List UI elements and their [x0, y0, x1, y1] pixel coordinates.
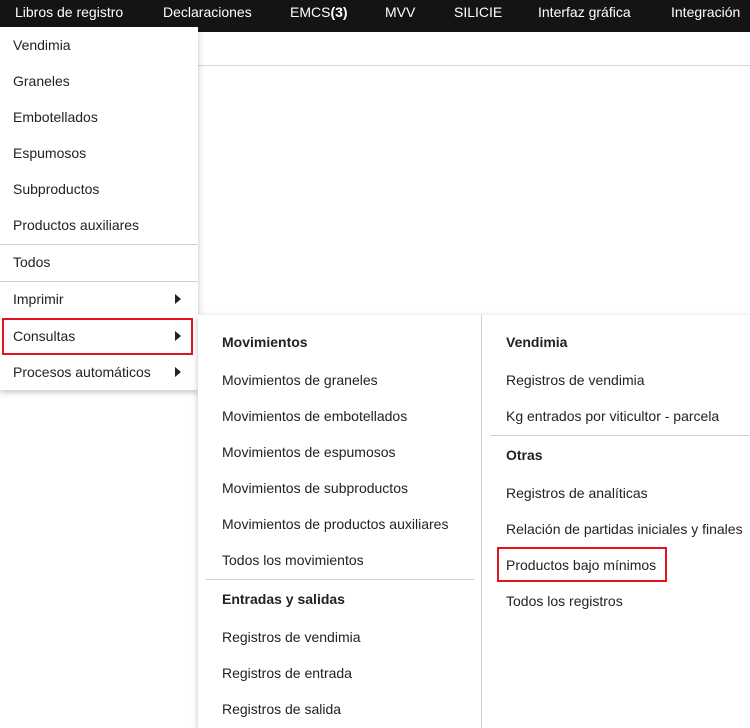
link-movimientos-embotellados[interactable]: Movimientos de embotellados: [222, 408, 407, 424]
nav-label: Libros de registro: [15, 4, 124, 20]
menu-item-imprimir[interactable]: Imprimir: [0, 281, 198, 317]
menu-item-label: Imprimir: [13, 291, 64, 307]
consultas-highlight-box: [2, 318, 193, 355]
heading-vendimia: Vendimia: [506, 334, 568, 350]
menu-item-vendimia[interactable]: Vendimia: [0, 27, 198, 63]
nav-interfaz-grafica[interactable]: Interfaz gráfica: [538, 0, 631, 32]
submenu-divider: [490, 435, 750, 436]
nav-label: Integración: [671, 4, 741, 20]
link-registros-vendimia[interactable]: Registros de vendimia: [222, 629, 361, 645]
heading-entradas-y-salidas: Entradas y salidas: [222, 591, 345, 607]
link-registros-analiticas[interactable]: Registros de analíticas: [506, 485, 648, 501]
nav-label: SILICIE: [454, 4, 503, 20]
heading-movimientos: Movimientos: [222, 334, 308, 350]
menu-item-embotellados[interactable]: Embotellados: [0, 99, 198, 135]
nav-label: Declaraciones: [163, 4, 252, 20]
link-registros-entrada[interactable]: Registros de entrada: [222, 665, 352, 681]
caret-right-icon: [175, 294, 181, 304]
menu-item-productos-auxiliares[interactable]: Productos auxiliares: [0, 207, 198, 243]
page-divider: [198, 65, 750, 66]
menu-item-subproductos[interactable]: Subproductos: [0, 171, 198, 207]
caret-right-icon: [175, 367, 181, 377]
link-movimientos-productos-auxiliares[interactable]: Movimientos de productos auxiliares: [222, 516, 448, 532]
nav-mvv[interactable]: MVV: [385, 0, 415, 32]
submenu-divider: [206, 579, 474, 580]
productos-bajo-minimos-highlight-box: [497, 547, 667, 582]
link-kg-entrados-viticultor[interactable]: Kg entrados por viticultor - parcela: [506, 408, 719, 424]
nav-label: Interfaz gráfica: [538, 4, 631, 20]
nav-label: MVV: [385, 4, 416, 20]
emcs-count-badge: (3): [330, 4, 348, 20]
nav-label: EMCS: [290, 4, 331, 20]
menu-item-label: Procesos automáticos: [13, 364, 151, 380]
nav-integracion[interactable]: Integración: [671, 0, 740, 32]
link-movimientos-subproductos[interactable]: Movimientos de subproductos: [222, 480, 408, 496]
link-todos-los-movimientos[interactable]: Todos los movimientos: [222, 552, 364, 568]
link-registros-salida[interactable]: Registros de salida: [222, 701, 341, 717]
heading-otras: Otras: [506, 447, 543, 463]
link-relacion-partidas[interactable]: Relación de partidas iniciales y finales: [506, 521, 743, 537]
link-todos-los-registros[interactable]: Todos los registros: [506, 593, 623, 609]
nav-emcs[interactable]: EMCS(3): [290, 0, 348, 32]
menu-item-espumosos[interactable]: Espumosos: [0, 135, 198, 171]
menu-item-graneles[interactable]: Graneles: [0, 63, 198, 99]
link-movimientos-espumosos[interactable]: Movimientos de espumosos: [222, 444, 396, 460]
menu-item-todos[interactable]: Todos: [0, 244, 198, 280]
link-registros-de-vendimia[interactable]: Registros de vendimia: [506, 372, 645, 388]
link-movimientos-graneles[interactable]: Movimientos de graneles: [222, 372, 378, 388]
column-divider: [481, 315, 482, 728]
menu-item-procesos-automaticos[interactable]: Procesos automáticos: [0, 354, 198, 390]
nav-silicie[interactable]: SILICIE: [454, 0, 502, 32]
